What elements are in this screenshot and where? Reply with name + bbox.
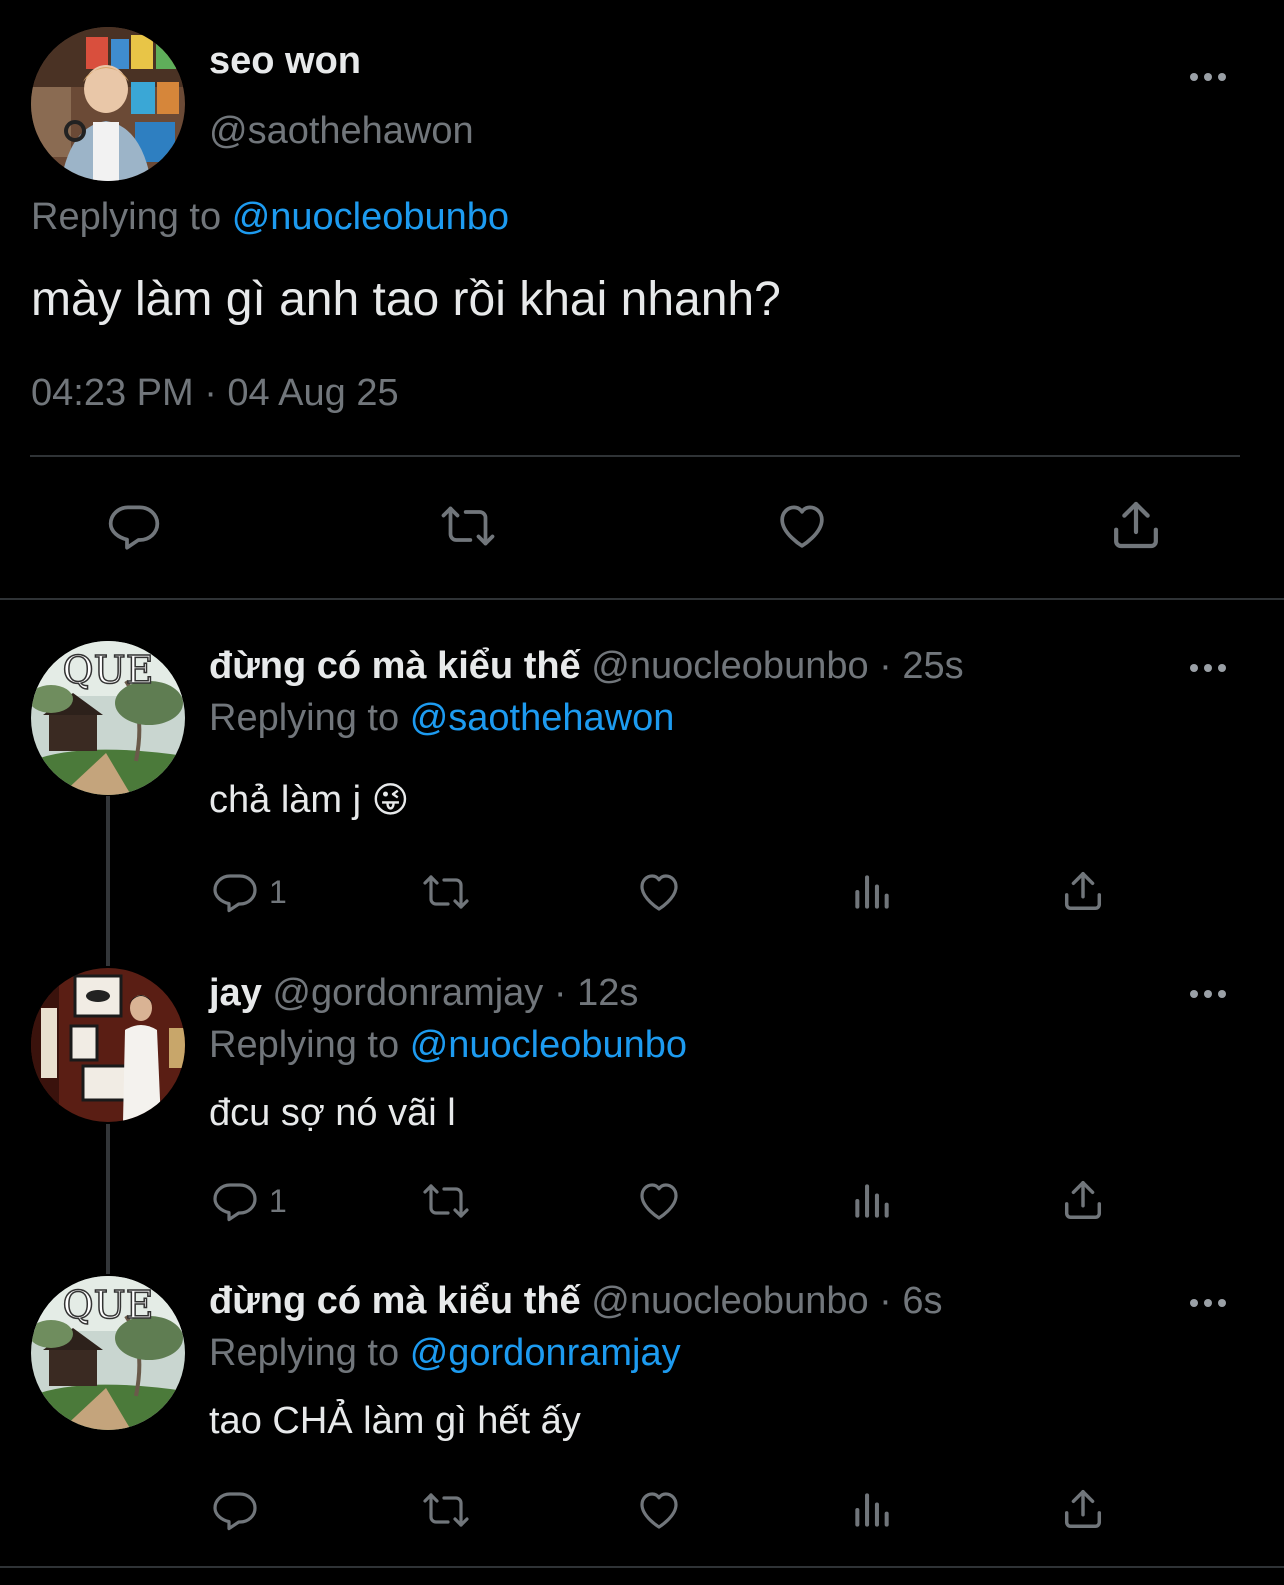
retweet-button[interactable] bbox=[419, 1486, 473, 1534]
heart-icon bbox=[773, 498, 831, 554]
reply-button[interactable]: 1 bbox=[211, 1177, 287, 1225]
heart-icon bbox=[635, 1177, 683, 1225]
divider bbox=[30, 455, 1240, 457]
avatar[interactable]: QUE bbox=[31, 1276, 185, 1430]
retweet-icon bbox=[419, 1486, 473, 1534]
more-icon[interactable] bbox=[1188, 1293, 1228, 1313]
views-icon bbox=[850, 1177, 894, 1225]
replying-handle-link[interactable]: @saothehawon bbox=[410, 697, 675, 739]
views-button[interactable] bbox=[850, 1177, 894, 1225]
share-icon bbox=[1060, 866, 1106, 916]
tweet-text: đcu sợ nó vãi l bbox=[209, 1092, 456, 1134]
tweet-text: tao CHẢ làm gì hết ấy bbox=[209, 1400, 581, 1442]
retweet-button[interactable] bbox=[419, 1177, 473, 1225]
replying-handle-link[interactable]: @nuocleobunbo bbox=[410, 1024, 687, 1066]
like-button[interactable] bbox=[635, 1486, 683, 1534]
views-button[interactable] bbox=[850, 1486, 894, 1534]
display-name[interactable]: đừng có mà kiểu thế bbox=[209, 1280, 581, 1322]
replying-handle-link[interactable]: @gordonramjay bbox=[410, 1332, 681, 1374]
avatar[interactable] bbox=[31, 27, 185, 181]
handle-time[interactable]: @nuocleobunbo · 6s bbox=[591, 1280, 942, 1322]
section-divider bbox=[0, 1566, 1284, 1568]
avatar[interactable] bbox=[31, 968, 185, 1122]
emoji: 😜 bbox=[371, 779, 410, 820]
views-button[interactable] bbox=[850, 868, 894, 916]
more-icon[interactable] bbox=[1188, 658, 1228, 678]
retweet-icon bbox=[419, 1177, 473, 1225]
retweet-button[interactable] bbox=[419, 868, 473, 916]
tweet-text: mày làm gì anh tao rồi khai nhanh? bbox=[31, 273, 781, 326]
avatar-lettering: QUE bbox=[63, 1283, 154, 1327]
reply-count: 1 bbox=[269, 1182, 287, 1219]
share-button[interactable] bbox=[1108, 496, 1164, 554]
replying-label: Replying to bbox=[31, 196, 222, 238]
like-button[interactable] bbox=[635, 868, 683, 916]
heart-icon bbox=[635, 868, 683, 916]
section-divider bbox=[0, 598, 1284, 600]
share-icon bbox=[1060, 1175, 1106, 1225]
avatar[interactable]: QUE bbox=[31, 641, 185, 795]
views-icon bbox=[850, 1486, 894, 1534]
replying-to: Replying to @nuocleobunbo bbox=[31, 196, 509, 239]
views-icon bbox=[850, 868, 894, 916]
more-icon[interactable] bbox=[1188, 67, 1228, 87]
tweet-header: đừng có mà kiểu thế @nuocleobunbo · 25s bbox=[209, 645, 964, 688]
like-button[interactable] bbox=[773, 498, 831, 554]
thread-line bbox=[106, 796, 110, 966]
display-name[interactable]: jay bbox=[209, 972, 262, 1014]
display-name[interactable]: seo won bbox=[209, 40, 361, 83]
reply-icon bbox=[106, 498, 162, 554]
replying-handle-link[interactable]: @nuocleobunbo bbox=[232, 196, 509, 238]
share-button[interactable] bbox=[1060, 1484, 1106, 1534]
more-icon[interactable] bbox=[1188, 984, 1228, 1004]
avatar-lettering: QUE bbox=[63, 648, 154, 692]
retweet-icon bbox=[436, 498, 500, 554]
replying-to: Replying to @nuocleobunbo bbox=[209, 1024, 687, 1067]
reply-button[interactable] bbox=[106, 498, 162, 554]
replying-label: Replying to bbox=[209, 1332, 400, 1374]
handle-time[interactable]: @gordonramjay · 12s bbox=[272, 972, 638, 1014]
user-handle[interactable]: @saothehawon bbox=[209, 110, 474, 153]
retweet-icon bbox=[419, 868, 473, 916]
handle-time[interactable]: @nuocleobunbo · 25s bbox=[591, 645, 963, 687]
tweet-header: đừng có mà kiểu thế @nuocleobunbo · 6s bbox=[209, 1280, 943, 1323]
share-button[interactable] bbox=[1060, 1175, 1106, 1225]
tweet-text: chả làm j bbox=[209, 779, 362, 821]
reply-button[interactable]: 1 bbox=[211, 868, 287, 916]
reply-count: 1 bbox=[269, 873, 287, 910]
reply-icon bbox=[211, 1177, 259, 1225]
like-button[interactable] bbox=[635, 1177, 683, 1225]
replying-to: Replying to @gordonramjay bbox=[209, 1332, 681, 1375]
reply-icon bbox=[211, 868, 259, 916]
share-icon bbox=[1108, 496, 1164, 554]
share-button[interactable] bbox=[1060, 866, 1106, 916]
reply-icon bbox=[211, 1486, 259, 1534]
tweet-text-container: chả làm j 😜 bbox=[209, 779, 409, 822]
thread-line bbox=[106, 1124, 110, 1274]
replying-label: Replying to bbox=[209, 697, 400, 739]
replying-to: Replying to @saothehawon bbox=[209, 697, 674, 740]
display-name[interactable]: đừng có mà kiểu thế bbox=[209, 645, 581, 687]
retweet-button[interactable] bbox=[436, 498, 500, 554]
reply-button[interactable] bbox=[211, 1486, 269, 1534]
tweet-header: jay @gordonramjay · 12s bbox=[209, 972, 638, 1015]
heart-icon bbox=[635, 1486, 683, 1534]
share-icon bbox=[1060, 1484, 1106, 1534]
tweet-timestamp[interactable]: 04:23 PM · 04 Aug 25 bbox=[31, 372, 399, 415]
replying-label: Replying to bbox=[209, 1024, 400, 1066]
